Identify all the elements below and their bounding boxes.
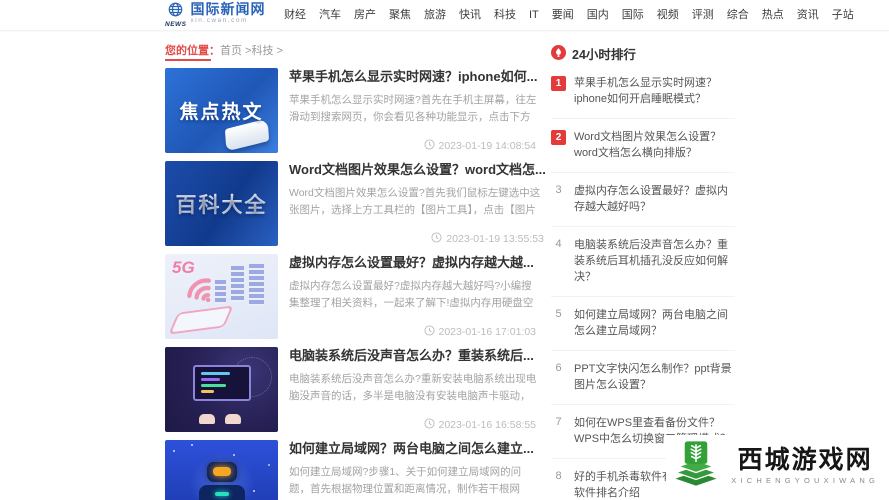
hand-graphic <box>225 414 241 424</box>
rank-number: 6 <box>555 362 562 374</box>
rank-item[interactable]: 3 虚拟内存怎么设置最好？虚拟内存越大越好吗？ <box>551 173 735 227</box>
nav-item-keji[interactable]: 科技 <box>488 2 523 28</box>
robot-face-graphic <box>212 467 231 476</box>
clock-icon <box>431 232 442 246</box>
article-thumbnail[interactable]: 5G <box>165 254 278 339</box>
rank-text[interactable]: PPT文字快闪怎么制作？ppt背景图片怎么设置？ <box>574 361 735 393</box>
globe-icon <box>168 2 183 22</box>
nav-item-zizhan[interactable]: 子站 <box>825 2 860 28</box>
article-title[interactable]: Word文档图片效果怎么设置？word文档怎... <box>289 161 546 178</box>
building-graphic <box>249 262 264 306</box>
site-name: 国际新闻网 <box>190 1 266 17</box>
nav-item-caijing[interactable]: 财经 <box>278 2 313 28</box>
rank-text[interactable]: 虚拟内存怎么设置最好？虚拟内存越大越好吗？ <box>574 183 735 215</box>
nav-item-qiche[interactable]: 汽车 <box>313 2 348 28</box>
nav-item-guoji[interactable]: 国际 <box>615 2 650 28</box>
rank-number: 3 <box>555 184 562 196</box>
robot-chest-graphic <box>214 492 229 496</box>
breadcrumb-active-underline <box>165 59 211 61</box>
rank-number: 8 <box>555 470 562 482</box>
thumbnail-caption: 焦点热文 <box>179 102 264 123</box>
article-summary: 虚拟内存怎么设置最好?虚拟内存越大越好吗?小编搜集整理了相关资料，一起来了解下!… <box>289 280 534 309</box>
article-row[interactable]: 如何建立局域网？两台电脑之间怎么建立... 如何建立局域网?步骤1、关于如何建立… <box>165 440 538 500</box>
article-title[interactable]: 如何建立局域网？两台电脑之间怎么建立... <box>289 440 538 457</box>
nav-item-lvyou[interactable]: 旅游 <box>418 2 453 28</box>
rank-item[interactable]: 2 Word文档图片效果怎么设置？word文档怎么横向排版？ <box>551 119 735 173</box>
article-row[interactable]: 5G 虚拟内存怎么设置最好？虚拟内存越大越... 虚拟内存怎么设置最好?虚拟内存… <box>165 254 538 339</box>
article-date: 2023-01-16 17:01:03 <box>423 325 536 339</box>
logo-news-text: NEWS <box>165 21 187 28</box>
article-title[interactable]: 苹果手机怎么显示实时网速？iphone如何... <box>289 68 538 85</box>
thumbnail-caption: 5G <box>172 258 195 277</box>
flame-icon <box>551 44 566 63</box>
nav-item-pingce[interactable]: 评测 <box>685 2 720 28</box>
clock-icon <box>423 139 435 153</box>
site-domain: xin.cwan.com <box>190 17 248 24</box>
rank-text[interactable]: 如何建立局域网？两台电脑之间怎么建立局域网？ <box>574 307 735 339</box>
building-graphic <box>231 266 244 302</box>
rank-item[interactable]: 6 PPT文字快闪怎么制作？ppt背景图片怎么设置？ <box>551 351 735 405</box>
nav-item-it[interactable]: IT <box>523 2 546 28</box>
thumbnail-caption: 百科大全 <box>165 161 278 246</box>
site-header: NEWS 国际新闻网 xin.cwan.com 财经 汽车 房产 聚焦 旅游 快… <box>0 0 889 31</box>
stars-graphic <box>173 450 175 452</box>
watermark-title: 西城游戏网 <box>737 446 873 474</box>
article-date: 2023-01-19 13:55:53 <box>431 232 544 246</box>
nav-item-jujiao[interactable]: 聚焦 <box>383 2 418 28</box>
article-thumbnail[interactable] <box>165 347 278 432</box>
nav-item-fangchan[interactable]: 房产 <box>348 2 383 28</box>
article-title[interactable]: 虚拟内存怎么设置最好？虚拟内存越大越... <box>289 254 538 271</box>
nav-item-yaowen[interactable]: 要闻 <box>545 2 580 28</box>
ranking-sidebar: 24小时排行 1 苹果手机怎么显示实时网速？iphone如何开启睡眠模式？ 2 … <box>551 40 735 500</box>
watermark-logo-icon <box>670 437 722 494</box>
hot24-header: 24小时排行 <box>551 44 735 63</box>
article-row[interactable]: 焦点热文 苹果手机怎么显示实时网速？iphone如何... 苹果手机怎么显示实时… <box>165 68 538 153</box>
article-summary: 电脑装系统后没声音怎么办?重新安装电脑系统出现电脑没声音的话，多半是电脑没有安装… <box>289 373 537 402</box>
nav-item-guonei[interactable]: 国内 <box>580 2 615 28</box>
rank-item[interactable]: 5 如何建立局域网？两台电脑之间怎么建立局域网？ <box>551 297 735 351</box>
article-list: 焦点热文 苹果手机怎么显示实时网速？iphone如何... 苹果手机怎么显示实时… <box>165 68 546 500</box>
building-graphic <box>215 278 226 304</box>
main-nav: 财经 汽车 房产 聚焦 旅游 快讯 科技 IT 要闻 国内 国际 视频 评测 综… <box>278 2 861 28</box>
hot24-title: 24小时排行 <box>572 48 636 62</box>
rank-item[interactable]: 4 电脑装系统后没声音怎么办？重装系统后耳机插孔没反应如何解决？ <box>551 227 735 297</box>
phone-graphic <box>168 305 234 335</box>
rank-badge: 2 <box>551 130 566 145</box>
hand-graphic <box>199 414 215 424</box>
article-thumbnail[interactable]: 百科大全 <box>165 161 278 246</box>
breadcrumb-trail[interactable]: 首页 >科技 > <box>220 45 283 57</box>
nav-item-shipin[interactable]: 视频 <box>650 2 685 28</box>
rank-badge: 1 <box>551 76 566 91</box>
nav-item-zixun[interactable]: 资讯 <box>790 2 825 28</box>
breadcrumb: 您的位置：首页 >科技 > <box>165 42 283 58</box>
article-summary: Word文档图片效果怎么设置?首先我们鼠标左键选中这张图片，选择上方工具栏的【图… <box>289 187 541 216</box>
rank-text[interactable]: 苹果手机怎么显示实时网速？iphone如何开启睡眠模式？ <box>574 75 735 107</box>
site-watermark: 西城游戏网 XICHENGYOUXIWANG <box>666 435 883 496</box>
article-title[interactable]: 电脑装系统后没声音怎么办？重装系统后... <box>289 347 538 364</box>
clock-icon <box>423 418 435 432</box>
nav-item-redian[interactable]: 热点 <box>755 2 790 28</box>
rank-number: 4 <box>555 238 562 250</box>
article-summary: 苹果手机怎么显示实时网速?首先在手机主屏幕，往左滑动到搜索网页，你会看见各种功能… <box>289 94 537 123</box>
rank-text[interactable]: Word文档图片效果怎么设置？word文档怎么横向排版？ <box>574 129 735 161</box>
article-thumbnail[interactable]: 焦点热文 <box>165 68 278 153</box>
article-summary: 如何建立局域网?步骤1、关于如何建立局域网的问题，首先根据物理位置和距离情况，制… <box>289 466 522 495</box>
rank-item[interactable]: 1 苹果手机怎么显示实时网速？iphone如何开启睡眠模式？ <box>551 65 735 119</box>
breadcrumb-label: 您的位置： <box>165 45 220 57</box>
rank-number: 5 <box>555 308 562 320</box>
article-row[interactable]: 百科大全 Word文档图片效果怎么设置？word文档怎... Word文档图片效… <box>165 161 546 246</box>
article-date: 2023-01-19 14:08:54 <box>423 139 536 153</box>
article-row[interactable]: 电脑装系统后没声音怎么办？重装系统后... 电脑装系统后没声音怎么办?重新安装电… <box>165 347 538 432</box>
article-thumbnail[interactable] <box>165 440 278 500</box>
nav-item-kuaixun[interactable]: 快讯 <box>453 2 488 28</box>
nav-item-zonghe[interactable]: 综合 <box>720 2 755 28</box>
clock-icon <box>423 325 435 339</box>
monitor-graphic <box>193 365 251 401</box>
article-date: 2023-01-16 16:58:55 <box>423 418 536 432</box>
watermark-subtitle: XICHENGYOUXIWANG <box>731 475 879 485</box>
rank-text[interactable]: 电脑装系统后没声音怎么办？重装系统后耳机插孔没反应如何解决？ <box>574 237 735 285</box>
site-logo[interactable]: NEWS 国际新闻网 xin.cwan.com <box>165 1 266 29</box>
rank-number: 7 <box>555 416 562 428</box>
